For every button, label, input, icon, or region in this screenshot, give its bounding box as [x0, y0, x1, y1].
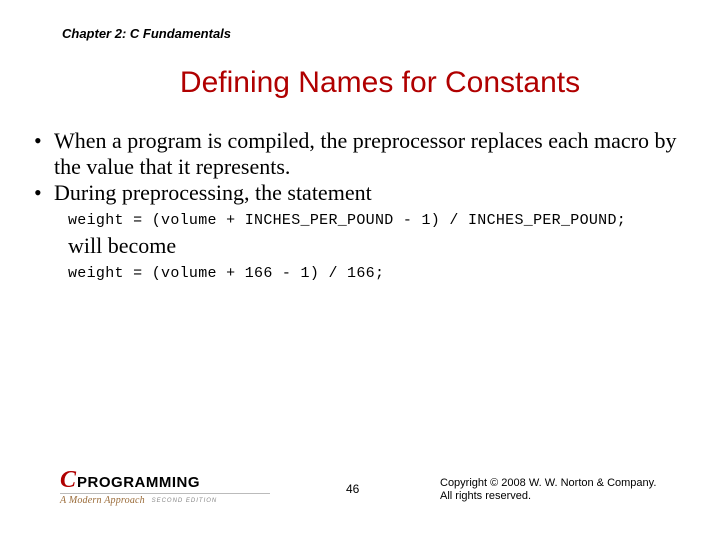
content-area: When a program is compiled, the preproce… — [28, 128, 692, 286]
bullet-item: During preprocessing, the statement — [42, 180, 692, 206]
slide-title: Defining Names for Constants — [0, 66, 720, 100]
body-text: will become — [68, 233, 692, 259]
copyright: Copyright © 2008 W. W. Norton & Company.… — [440, 477, 656, 505]
copyright-line: All rights reserved. — [440, 490, 656, 504]
book-logo: C PROGRAMMING A Modern Approach SECOND E… — [60, 467, 270, 506]
logo-programming: PROGRAMMING — [77, 474, 200, 491]
logo-approach: A Modern Approach — [60, 495, 145, 506]
logo-c-letter: C — [60, 467, 76, 494]
bullet-item: When a program is compiled, the preproce… — [42, 128, 692, 180]
logo-edition: SECOND EDITION — [152, 498, 218, 504]
code-line: weight = (volume + INCHES_PER_POUND - 1)… — [68, 212, 692, 229]
chapter-heading: Chapter 2: C Fundamentals — [62, 26, 231, 41]
bullet-list: When a program is compiled, the preproce… — [28, 128, 692, 206]
logo-subtitle: A Modern Approach SECOND EDITION — [60, 493, 270, 506]
footer: C PROGRAMMING A Modern Approach SECOND E… — [60, 474, 690, 514]
code-line: weight = (volume + 166 - 1) / 166; — [68, 265, 692, 282]
copyright-line: Copyright © 2008 W. W. Norton & Company. — [440, 477, 656, 491]
page-number: 46 — [346, 482, 359, 496]
logo-top-row: C PROGRAMMING — [60, 467, 270, 494]
